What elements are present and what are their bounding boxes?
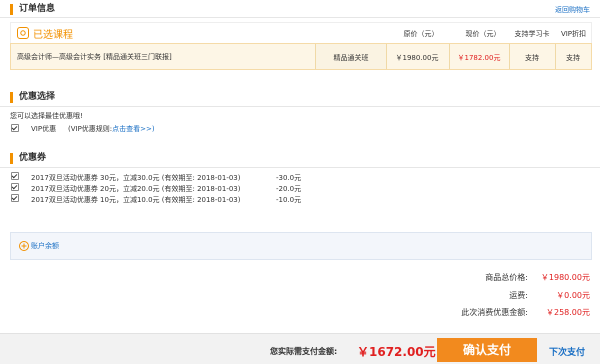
- course-type: 精品通关班: [315, 44, 387, 69]
- coupon-amount-30: -30.0元: [276, 174, 302, 182]
- pay-amount-value: ￥1672.00元: [357, 345, 436, 359]
- selected-courses-header: 已选课程 原价（元） 现价（元） 支持学习卡 VIP折扣: [10, 22, 592, 43]
- current-price: ￥1782.00元: [457, 54, 501, 62]
- vip-rule-link[interactable]: 点击查看>>): [112, 125, 154, 133]
- discount-title: 优惠选择: [10, 92, 55, 103]
- vip-rule-text: (VIP优惠规则:点击查看>>): [68, 124, 155, 134]
- coupon-desc-10: 2017双旦活动优惠券 10元，立减10.0元 (有效期至: 2018-01-0…: [31, 196, 241, 204]
- course-type-label: 精品通关班: [333, 54, 369, 62]
- coupon-amount-10: -10.0元: [276, 196, 302, 204]
- back-to-cart-link[interactable]: 返回购物车: [555, 5, 590, 15]
- summary-shipping-value: ￥0.00元: [556, 291, 590, 300]
- coupons-title: 优惠券: [10, 153, 46, 164]
- course-name: 高级会计师—高级会计实务 [精品通关班三门联报]: [17, 53, 172, 61]
- pay-later-button[interactable]: 下次支付: [549, 345, 585, 358]
- summary-total-value: ￥1980.00元: [540, 273, 590, 282]
- pay-bar: 您实际需支付金额: ￥1672.00元 确认支付 下次支付: [0, 333, 600, 364]
- col-current-price: 现价（元）: [465, 30, 501, 38]
- original-price-cell: ￥1980.00元: [385, 44, 450, 69]
- study-card-cell: 支持: [509, 44, 556, 69]
- col-study-card: 支持学习卡: [514, 30, 550, 38]
- coupon-desc-20: 2017双旦活动优惠券 20元，立减20.0元 (有效期至: 2018-01-0…: [31, 185, 241, 193]
- account-balance-label: 账户余额: [31, 242, 59, 250]
- vip-rule-prefix: (VIP优惠规则:: [68, 125, 113, 133]
- divider: [0, 106, 600, 107]
- course-icon: [17, 27, 29, 39]
- account-balance-panel[interactable]: 账户余额: [10, 232, 592, 260]
- coupon-desc-30: 2017双旦活动优惠券 30元，立减30.0元 (有效期至: 2018-01-0…: [31, 174, 241, 182]
- summary-shipping-label: 运费:: [509, 291, 528, 300]
- pay-amount-label: 您实际需支付金额:: [270, 347, 338, 356]
- selected-courses-label: 已选课程: [33, 30, 73, 41]
- confirm-pay-button[interactable]: 确认支付: [437, 338, 537, 362]
- confirm-pay-label: 确认支付: [462, 343, 511, 357]
- divider: [0, 17, 600, 18]
- original-price: ￥1980.00元: [395, 54, 439, 62]
- summary-saved-value: ￥258.00元: [546, 308, 590, 317]
- col-vip-discount: VIP折扣: [560, 30, 587, 38]
- study-card-support: 支持: [525, 54, 539, 62]
- course-row: 高级会计师—高级会计实务 [精品通关班三门联报] 精品通关班 ￥1980.00元…: [10, 43, 592, 70]
- summary-total-label: 商品总价格:: [485, 273, 528, 282]
- vip-discount-checkbox[interactable]: [11, 124, 19, 132]
- divider: [0, 167, 600, 168]
- summary-saved-label: 此次消费优惠金额:: [461, 308, 528, 317]
- plus-circle-icon: [19, 241, 29, 251]
- col-original-price: 原价（元）: [403, 30, 439, 38]
- coupon-checkbox-10[interactable]: [11, 194, 19, 202]
- coupon-amount-20: -20.0元: [276, 185, 302, 193]
- vip-discount-cell: 支持: [555, 44, 591, 69]
- order-info-title: 订单信息: [10, 4, 55, 15]
- current-price-cell: ￥1782.00元: [449, 44, 510, 69]
- discount-hint: 您可以选择最佳优惠哦!: [10, 112, 83, 120]
- coupon-checkbox-30[interactable]: [11, 172, 19, 180]
- vip-discount-support: 支持: [566, 54, 580, 62]
- vip-discount-label: VIP优惠: [31, 125, 57, 133]
- coupon-checkbox-20[interactable]: [11, 183, 19, 191]
